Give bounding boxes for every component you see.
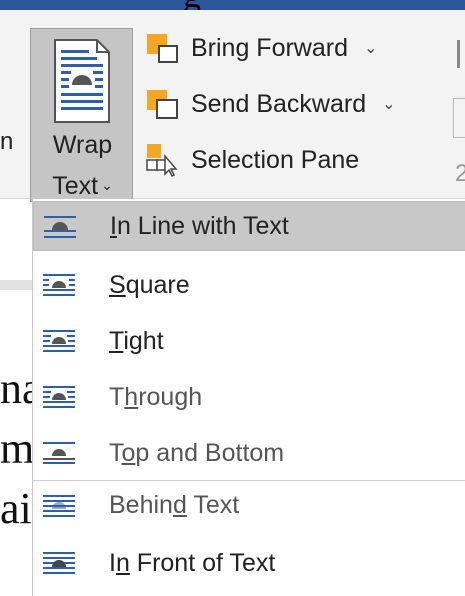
- document-text-fragment: m: [0, 424, 32, 473]
- wrap-text-label-line1: Wrap: [52, 131, 113, 159]
- ribbon-edge-divider: [457, 40, 460, 68]
- menu-item-tight[interactable]: Tight: [33, 316, 465, 366]
- document-text-fragment: ai: [0, 484, 32, 533]
- wrap-text-button[interactable]: Wrap Text ⌄: [30, 28, 133, 202]
- bring-forward-icon: [147, 34, 178, 63]
- document-text-fragment: na: [0, 364, 32, 413]
- document-ruler: [0, 280, 32, 290]
- top-and-bottom-wrap-icon: [43, 442, 75, 464]
- tight-wrap-icon: [43, 330, 75, 352]
- document-canvas: na m ai: [0, 198, 32, 596]
- in-line-with-text-icon: [44, 216, 76, 238]
- chevron-down-icon[interactable]: ⌄: [364, 38, 377, 58]
- menu-item-label: Tight: [109, 326, 164, 355]
- ribbon-arrange-group: n Wrap Text ⌄ Bring Forward ⌄ Send Backw…: [0, 10, 465, 202]
- menu-item-square[interactable]: Square: [33, 260, 465, 310]
- menu-item-top-and-bottom[interactable]: Top and Bottom: [33, 428, 465, 478]
- wrap-text-icon: [54, 39, 110, 123]
- send-backward-icon: [147, 90, 178, 119]
- wrap-text-dropdown-menu: In Line with Text Square Tight Through T…: [32, 199, 465, 596]
- ribbon-edge-text: 2: [455, 160, 465, 187]
- behind-text-icon: [43, 495, 75, 517]
- menu-item-behind-text[interactable]: Behind Text: [33, 480, 465, 530]
- menu-item-in-front-of-text[interactable]: In Front of Text: [33, 538, 465, 588]
- title-bar: [0, 0, 465, 10]
- menu-item-label: Top and Bottom: [109, 438, 285, 467]
- through-wrap-icon: [43, 386, 75, 408]
- chevron-down-icon[interactable]: ⌄: [382, 94, 395, 114]
- selection-pane-button[interactable]: Selection Pane: [145, 138, 359, 182]
- menu-item-label: In Front of Text: [109, 548, 276, 577]
- chevron-down-icon: ⌄: [101, 177, 113, 193]
- square-wrap-icon: [43, 274, 75, 296]
- partial-ribbon-label: n: [0, 128, 14, 155]
- menu-item-label: In Line with Text: [110, 211, 289, 240]
- bring-forward-button[interactable]: Bring Forward ⌄: [145, 26, 377, 70]
- menu-item-in-line-with-text[interactable]: In Line with Text: [33, 201, 465, 251]
- in-front-of-text-icon: [43, 552, 75, 574]
- menu-item-through[interactable]: Through: [33, 372, 465, 422]
- menu-item-label: Through: [109, 382, 203, 411]
- selection-pane-icon: [146, 144, 178, 178]
- send-backward-button[interactable]: Send Backward ⌄: [145, 82, 396, 126]
- menu-item-label: Square: [109, 270, 190, 299]
- ribbon-edge-control: [453, 98, 465, 138]
- wrap-text-label-line2: Text ⌄: [52, 172, 113, 200]
- menu-item-label: Behind Text: [109, 491, 240, 519]
